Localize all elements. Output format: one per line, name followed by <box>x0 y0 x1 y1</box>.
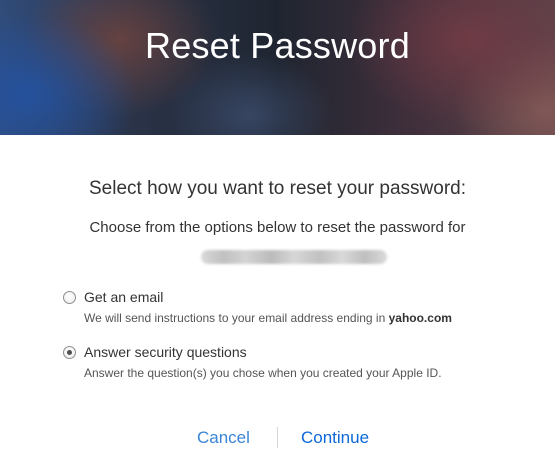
form-actions: Cancel Continue <box>0 426 555 452</box>
continue-button[interactable]: Continue <box>301 426 369 450</box>
security-questions-label[interactable]: Answer security questions <box>84 343 247 361</box>
security-questions-description: Answer the question(s) you chose when yo… <box>84 366 442 380</box>
redacted-email-address <box>201 250 387 264</box>
actions-divider <box>277 427 278 448</box>
email-option-radio[interactable] <box>63 290 76 304</box>
email-domain: yahoo.com <box>388 311 452 325</box>
security-questions-option-row[interactable]: Answer security questions <box>63 343 523 361</box>
reset-password-page: Reset Password Select how you want to re… <box>0 0 555 464</box>
email-option-row[interactable]: Get an email <box>63 288 523 306</box>
page-title: Reset Password <box>145 25 410 66</box>
reset-options-instructions: Choose from the options below to reset t… <box>89 219 466 236</box>
email-option-description-text: We will send instructions to your email … <box>84 311 389 325</box>
cancel-button[interactable]: Cancel <box>197 426 250 450</box>
email-option[interactable]: Get an email We will send instructions t… <box>63 288 523 326</box>
email-option-description: We will send instructions to your email … <box>84 311 523 326</box>
reset-method-prompt: Select how you want to reset your passwo… <box>88 178 467 199</box>
email-option-label[interactable]: Get an email <box>84 288 163 306</box>
security-questions-option[interactable]: Answer security questions Answer the que… <box>63 343 523 381</box>
hero-banner: Reset Password <box>0 0 555 135</box>
security-questions-radio[interactable] <box>63 345 76 359</box>
